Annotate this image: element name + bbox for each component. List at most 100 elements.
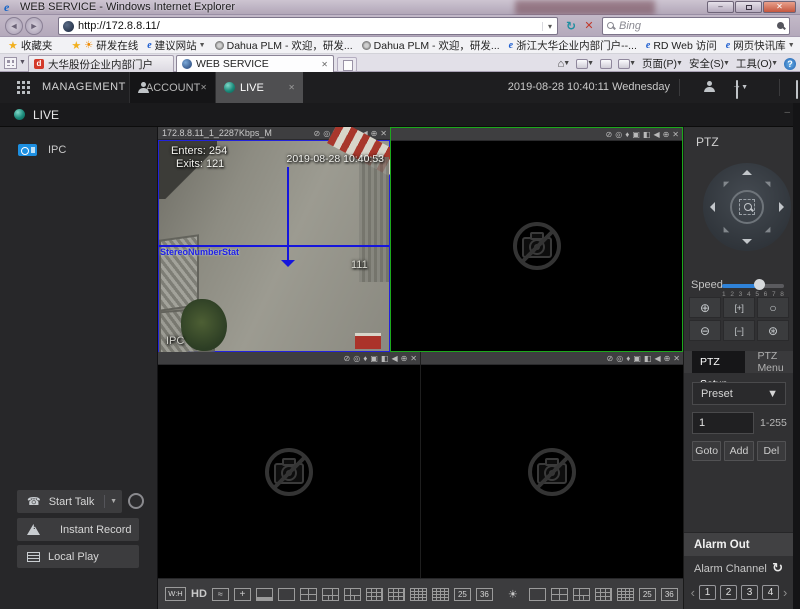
split-20-icon[interactable] — [432, 588, 449, 601]
local-play-button[interactable]: Local Play — [17, 545, 139, 568]
favorites-button[interactable]: 收藏夹 — [21, 38, 53, 53]
digital-zoom-icon[interactable]: ⊕ — [401, 352, 408, 365]
favorite-item[interactable]: ☀研发在线 — [84, 38, 138, 53]
mail-icon[interactable] — [600, 59, 612, 69]
record-icon[interactable]: ▣ — [632, 128, 640, 141]
fluency-icon[interactable]: ≈ — [212, 588, 229, 601]
alarm-out-header[interactable]: Alarm Out — [684, 532, 794, 556]
close-icon[interactable]: ✕ — [672, 128, 679, 141]
arrow-up-right-icon[interactable] — [765, 179, 773, 187]
fisheye-icon[interactable]: ⊘ — [314, 127, 321, 140]
split-13-icon[interactable] — [388, 588, 405, 601]
split-8-icon[interactable] — [573, 588, 590, 601]
tab-ptz-menu[interactable]: PTZ Menu — [757, 350, 794, 374]
audio-icon[interactable]: ◀ — [654, 352, 660, 365]
arrow-up-left-icon[interactable] — [721, 179, 729, 187]
split-36-button[interactable]: 36 — [476, 588, 493, 601]
split-25-button[interactable]: 25 — [639, 588, 656, 601]
alarm-channel-1[interactable]: 1 — [699, 585, 716, 600]
alarm-channel-3[interactable]: 3 — [741, 585, 758, 600]
arrow-up-icon[interactable] — [742, 170, 752, 175]
goto-button[interactable]: Goto — [692, 441, 721, 461]
live-video-feed[interactable]: StereoNumberStat Enters: 254 Exits: 121 … — [158, 140, 390, 352]
tab-live[interactable]: LIVE ✕ — [216, 72, 303, 103]
zoom-out-button[interactable]: ⊖ — [689, 320, 721, 341]
fullscreen-icon[interactable]: + — [234, 588, 251, 601]
hd-button[interactable]: HD — [191, 588, 207, 600]
favorite-item[interactable]: eRD Web 访问 — [646, 38, 717, 53]
stop-button[interactable]: ✕ — [581, 17, 597, 35]
speed-slider-handle[interactable] — [754, 279, 765, 290]
close-icon[interactable]: ✕ — [410, 352, 417, 365]
close-tab-icon[interactable]: ✕ — [321, 60, 328, 69]
chevron-right-icon[interactable]: › — [783, 585, 787, 600]
split-25-button[interactable]: 25 — [454, 588, 471, 601]
feeds-button[interactable]: ▼ — [576, 59, 594, 69]
split-36-button[interactable]: 36 — [661, 588, 678, 601]
preset-number-input[interactable] — [692, 412, 754, 434]
management-button[interactable]: MANAGEMENT — [42, 81, 126, 93]
fisheye-icon[interactable]: ⊘ — [606, 128, 613, 141]
browser-tab-web-service[interactable]: WEB SERVICE ✕ — [176, 55, 334, 72]
ptz-direction-pad[interactable] — [703, 163, 791, 251]
record-icon[interactable]: ▣ — [633, 352, 641, 365]
search-input[interactable] — [615, 20, 777, 32]
eye-icon[interactable]: ◎ — [616, 352, 623, 365]
home-button[interactable]: ⌂▼ — [558, 58, 571, 70]
aspect-ratio-button[interactable]: W:H — [165, 587, 186, 601]
favorites-star-icon[interactable]: ★ — [8, 39, 18, 52]
instant-record-button[interactable]: ! Instant Record — [17, 518, 139, 541]
chevron-left-icon[interactable]: ‹ — [691, 585, 695, 600]
empty-video-area[interactable] — [158, 365, 420, 578]
start-talk-button[interactable]: ☎ Start Talk ▼ — [17, 490, 122, 513]
close-window-button[interactable]: ✕ — [763, 1, 796, 13]
logout-caret[interactable]: ▼ — [741, 84, 748, 91]
audio-icon[interactable]: ◀ — [391, 352, 397, 365]
add-button[interactable]: Add — [724, 441, 753, 461]
split-1-icon[interactable] — [529, 588, 546, 601]
quick-tabs-icon[interactable] — [4, 57, 17, 69]
display-button[interactable] — [796, 81, 798, 99]
logout-button[interactable] — [736, 81, 738, 99]
tools-menu[interactable]: 工具(O)▼ — [736, 56, 778, 71]
preset-select[interactable]: Preset ▼ — [692, 382, 786, 405]
fisheye-icon[interactable]: ⊘ — [344, 352, 351, 365]
eye-icon[interactable]: ◎ — [353, 352, 360, 365]
address-dropdown-icon[interactable]: ▾ — [542, 22, 557, 31]
del-button[interactable]: Del — [757, 441, 786, 461]
arrow-right-icon[interactable] — [779, 202, 784, 212]
help-icon[interactable]: ? — [784, 58, 796, 70]
safety-menu[interactable]: 安全(S)▼ — [689, 56, 730, 71]
chevron-down-icon[interactable]: ▼ — [105, 498, 122, 505]
speed-slider-track[interactable] — [722, 284, 784, 288]
video-tile-2-selected[interactable]: ⊘ ◎ ♦ ▣ ◧ ◀ ⊕ ✕ — [390, 127, 683, 352]
refresh-alarm-icon[interactable]: ↻ — [772, 560, 783, 576]
close-tab-icon[interactable]: ✕ — [288, 83, 295, 92]
talk-icon[interactable]: ♦ — [626, 352, 630, 365]
record-icon[interactable]: ▣ — [370, 352, 378, 365]
digital-zoom-icon[interactable]: ⊕ — [663, 128, 670, 141]
maximize-button[interactable] — [735, 1, 762, 13]
empty-video-area[interactable] — [391, 141, 682, 351]
favorite-item[interactable]: e网页快讯库▼ — [726, 38, 795, 53]
browser-tab-dahua-portal[interactable]: d 大华股份企业内部门户 — [28, 55, 174, 72]
split-9-icon[interactable] — [366, 588, 383, 601]
split-16-icon[interactable] — [410, 588, 427, 601]
eye-icon[interactable]: ◎ — [615, 128, 622, 141]
search-go-icon[interactable] — [777, 22, 785, 30]
snapshot-icon[interactable]: ◧ — [381, 352, 389, 365]
split-16-icon[interactable] — [617, 588, 634, 601]
arrow-down-right-icon[interactable] — [765, 227, 773, 235]
device-item-ipc[interactable]: IPC — [0, 139, 157, 161]
fisheye-icon[interactable]: ⊘ — [607, 352, 614, 365]
favorite-item[interactable]: Dahua PLM - 欢迎，研发... — [362, 38, 500, 53]
focus-near-button[interactable]: [+] — [723, 297, 755, 318]
close-icon[interactable]: ✕ — [673, 352, 680, 365]
refresh-button[interactable]: ↻ — [563, 17, 579, 35]
snapshot-icon[interactable]: ◧ — [643, 128, 651, 141]
split-1-icon[interactable] — [278, 588, 295, 601]
address-bar[interactable]: ▾ — [58, 17, 558, 35]
new-tab-button[interactable] — [337, 57, 357, 72]
tab-account[interactable]: ACCOUNT ✕ — [129, 72, 216, 103]
iris-close-button[interactable]: ⊛ — [757, 320, 789, 341]
